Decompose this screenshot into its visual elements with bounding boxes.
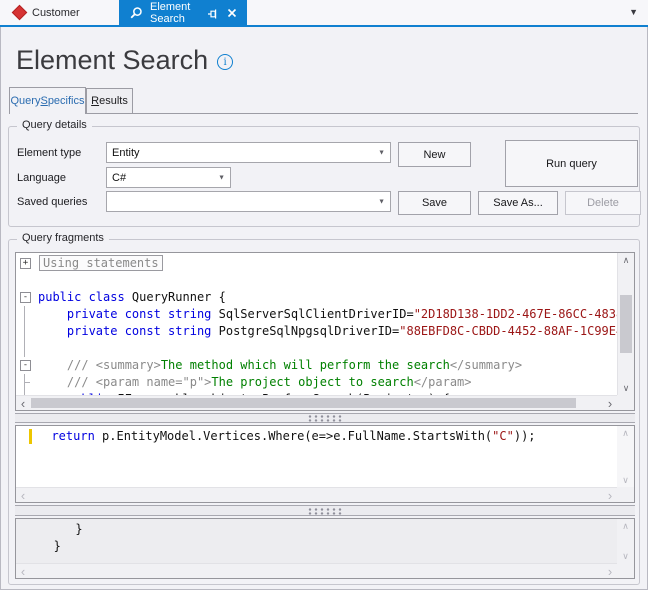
scroll-up-icon[interactable]: ∧ (617, 519, 634, 533)
scroll-left-icon[interactable]: ‹ (16, 564, 30, 578)
horizontal-splitter[interactable] (15, 505, 635, 516)
horizontal-splitter[interactable] (15, 413, 635, 423)
tab-customer-label: Customer (32, 6, 80, 19)
code-editor-footer-content[interactable]: } } (16, 519, 617, 563)
saved-queries-select[interactable]: ▼ (106, 191, 391, 212)
chevron-down-icon: ▼ (378, 198, 385, 205)
scroll-down-icon[interactable]: ∨ (618, 381, 634, 395)
language-select[interactable]: C# ▼ (106, 167, 231, 188)
code-line: } (32, 539, 61, 553)
fold-margin (16, 374, 38, 391)
page-title: Element Search (16, 45, 209, 75)
scroll-right-icon[interactable]: › (603, 564, 617, 578)
scrollbar-corner (617, 487, 634, 502)
scrollbar-thumb[interactable] (620, 295, 632, 353)
code-line: + Using statements (16, 255, 617, 272)
query-fragments-group: Query fragments + Using statements - public… (8, 232, 640, 585)
scroll-right-icon[interactable]: › (603, 488, 617, 502)
splitter-grip-icon (307, 507, 343, 514)
horizontal-scrollbar[interactable]: ‹ › (16, 395, 617, 410)
code-line: - public class QueryRunner { (16, 289, 617, 306)
element-type-value: Entity (112, 146, 140, 159)
vertical-scrollbar[interactable]: ∧ ∨ (617, 253, 634, 395)
code-editor-query[interactable]: return p.EntityModel.Vertices.Where(e=>e… (15, 425, 635, 503)
fold-margin (16, 323, 38, 340)
code-line: private const string PostgreSqlNpgsqlDri… (16, 323, 617, 340)
fold-margin (16, 340, 38, 357)
scrollbar-thumb[interactable] (31, 398, 576, 408)
scroll-down-icon[interactable]: ∨ (617, 549, 634, 563)
search-icon (129, 6, 143, 20)
code-editor-footer[interactable]: } } ∧ ∨ ‹ › (15, 518, 635, 579)
code-line (16, 340, 617, 357)
saved-queries-label: Saved queries (17, 196, 88, 208)
splitter-grip-icon (307, 414, 343, 422)
code-line: private const string SqlServerSqlClientD… (16, 306, 617, 323)
delete-button[interactable]: Delete (565, 191, 641, 215)
tab-list-dropdown-icon[interactable]: ▼ (629, 8, 638, 17)
chevron-down-icon: ▼ (218, 174, 225, 181)
fold-toggle-icon[interactable]: + (16, 255, 38, 272)
fold-toggle-icon[interactable]: - (16, 357, 38, 374)
horizontal-scrollbar[interactable]: ‹ › (16, 563, 617, 578)
tab-element-search[interactable]: Element Search (119, 0, 247, 25)
changed-line-bar (29, 429, 32, 444)
fold-margin (16, 272, 38, 289)
chevron-down-icon: ▼ (378, 149, 385, 156)
run-query-button[interactable]: Run query (505, 140, 638, 187)
code-editor-query-content[interactable]: return p.EntityModel.Vertices.Where(e=>e… (16, 426, 617, 487)
save-button[interactable]: Save (398, 191, 471, 215)
tab-element-search-label: Element Search (150, 0, 191, 25)
scrollbar-corner (617, 395, 634, 410)
code-editor-main-content[interactable]: + Using statements - public class QueryRunn… (16, 253, 617, 395)
code-line: /// <param name="p">The project object t… (16, 374, 617, 391)
close-icon[interactable] (227, 8, 237, 18)
tab-customer[interactable]: Customer (4, 0, 90, 25)
language-label: Language (17, 172, 66, 184)
query-fragments-group-label: Query fragments (17, 232, 109, 244)
tab-results[interactable]: Results (86, 88, 133, 114)
element-search-window: Customer Element Search ▼ Element Search… (0, 0, 648, 590)
scroll-left-icon[interactable]: ‹ (16, 488, 30, 502)
code-line: return p.EntityModel.Vertices.Where(e=>e… (29, 428, 617, 445)
save-as-button[interactable]: Save As... (478, 191, 558, 215)
language-value: C# (112, 171, 127, 184)
entity-diamond-icon (11, 4, 28, 21)
fold-toggle-icon[interactable]: - (16, 289, 38, 306)
code-editor-main[interactable]: + Using statements - public class QueryRunn… (15, 252, 635, 411)
scroll-up-icon[interactable]: ∧ (617, 426, 634, 440)
code-line: - /// <summary>The method which will per… (16, 357, 617, 374)
fold-margin (16, 306, 38, 323)
code-line: } (32, 522, 83, 536)
vertical-scrollbar[interactable]: ∧ ∨ (617, 426, 634, 487)
tab-query-specifics[interactable]: Query Specifics (9, 87, 86, 114)
document-tab-bar: Customer Element Search ▼ (0, 0, 648, 25)
code-line (16, 272, 617, 289)
vertical-scrollbar[interactable]: ∧ ∨ (617, 519, 634, 563)
query-details-group: Query details Element type Entity ▼ New … (8, 119, 641, 227)
scroll-up-icon[interactable]: ∧ (618, 253, 634, 267)
new-button[interactable]: New (398, 142, 471, 167)
scroll-right-icon[interactable]: › (603, 396, 617, 410)
scroll-left-icon[interactable]: ‹ (16, 396, 30, 410)
scrollbar-corner (617, 563, 634, 578)
horizontal-scrollbar[interactable]: ‹ › (16, 487, 617, 502)
pin-icon[interactable] (207, 7, 219, 19)
element-type-label: Element type (17, 147, 82, 159)
element-type-select[interactable]: Entity ▼ (106, 142, 391, 163)
info-icon[interactable]: i (217, 54, 234, 70)
scroll-down-icon[interactable]: ∨ (617, 473, 634, 487)
query-details-group-label: Query details (17, 119, 92, 131)
